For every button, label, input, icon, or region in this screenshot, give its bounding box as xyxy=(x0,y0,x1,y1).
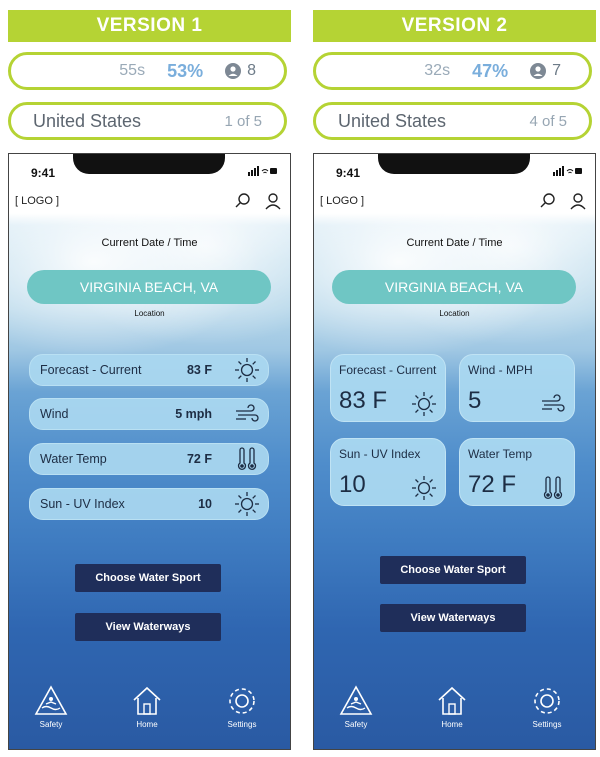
status-icons xyxy=(553,166,583,179)
stats-pill: 55s 53% 8 xyxy=(8,52,287,90)
tile-value: 10 xyxy=(339,471,366,498)
stats-pill: 32s 47% 7 xyxy=(313,52,592,90)
signal-icon xyxy=(248,166,277,176)
user-icon xyxy=(225,63,242,79)
status-time: 9:41 xyxy=(31,166,56,180)
tile-value: 72 F xyxy=(468,471,517,498)
user-icon xyxy=(530,63,547,79)
country-pill: United States 4 of 5 xyxy=(313,102,592,140)
country-name: United States xyxy=(33,110,142,131)
version-1-column: VERSION 1 55s 53% 8 United States 1 of 5… xyxy=(8,0,291,750)
tile-value: 5 xyxy=(468,387,482,414)
nav-label: Safety xyxy=(39,720,63,729)
time-stat: 32s xyxy=(424,62,451,79)
version-title: VERSION 2 xyxy=(313,10,596,42)
country-count: 1 of 5 xyxy=(224,112,262,130)
percent-stat: 53% xyxy=(167,60,204,81)
tile-value: 83 F xyxy=(339,387,388,414)
gear-icon xyxy=(534,688,560,714)
wind-card[interactable]: Wind 5 mph xyxy=(29,398,269,430)
date-time-label: Current Date / Time xyxy=(406,237,503,249)
gear-icon xyxy=(229,688,255,714)
phone-mockup: 9:41 [ LOGO ] Current Date / Time VIRGIN… xyxy=(8,153,291,750)
home-icon xyxy=(133,686,161,715)
sun-icon xyxy=(235,358,259,382)
country-name: United States xyxy=(338,110,447,131)
thermometer-icon xyxy=(543,476,563,500)
nav-label: Safety xyxy=(344,720,368,729)
thermometer-icon xyxy=(237,447,257,471)
nav-safety[interactable]: Safety xyxy=(21,684,81,729)
nav-home[interactable]: Home xyxy=(422,684,482,729)
tile-label: Sun - UV Index xyxy=(339,447,421,461)
safety-icon xyxy=(339,685,373,715)
version-2-column: VERSION 2 32s 47% 7 United States 4 of 5… xyxy=(313,0,596,750)
sun-icon xyxy=(412,392,436,416)
logo[interactable]: [ LOGO ] xyxy=(15,195,59,207)
card-label: Forecast - Current xyxy=(40,363,142,377)
users-stat: 7 xyxy=(530,62,561,80)
nav-label: Home xyxy=(441,720,463,729)
phone-mockup: 9:41 [ LOGO ] Current Date / Time VIRGIN… xyxy=(313,153,596,750)
search-icon[interactable] xyxy=(234,192,252,210)
card-value: 83 F xyxy=(186,363,212,377)
country-count: 4 of 5 xyxy=(529,112,567,130)
location-button[interactable]: VIRGINIA BEACH, VA xyxy=(332,270,576,304)
status-time: 9:41 xyxy=(336,166,361,180)
nav-label: Home xyxy=(136,720,158,729)
choose-water-sport-button[interactable]: Choose Water Sport xyxy=(75,564,221,592)
location-label: Location xyxy=(439,309,470,318)
wind-icon xyxy=(236,404,259,422)
wind-icon xyxy=(542,394,565,412)
nav-safety[interactable]: Safety xyxy=(326,684,386,729)
nav-settings[interactable]: Settings xyxy=(212,684,272,729)
phone-notch xyxy=(378,154,530,174)
view-waterways-button[interactable]: View Waterways xyxy=(75,613,221,641)
card-label: Wind xyxy=(40,407,69,421)
users-count: 8 xyxy=(247,62,256,79)
status-icons xyxy=(248,166,278,179)
water-temp-tile[interactable]: Water Temp 72 F xyxy=(459,438,575,506)
search-icon[interactable] xyxy=(539,192,557,210)
forecast-card[interactable]: Forecast - Current 83 F xyxy=(29,354,269,386)
location-button[interactable]: VIRGINIA BEACH, VA xyxy=(27,270,271,304)
uv-index-tile[interactable]: Sun - UV Index 10 xyxy=(330,438,446,506)
nav-label: Settings xyxy=(227,720,257,729)
nav-settings[interactable]: Settings xyxy=(517,684,577,729)
card-label: Sun - UV Index xyxy=(40,497,125,511)
uv-index-card[interactable]: Sun - UV Index 10 xyxy=(29,488,269,520)
tile-label: Forecast - Current xyxy=(339,363,437,377)
users-stat: 8 xyxy=(225,62,256,80)
water-temp-card[interactable]: Water Temp 72 F xyxy=(29,443,269,475)
card-value: 10 xyxy=(198,497,212,511)
card-value: 5 mph xyxy=(175,407,212,421)
view-waterways-button[interactable]: View Waterways xyxy=(380,604,526,632)
home-icon xyxy=(438,686,466,715)
signal-icon xyxy=(553,166,582,176)
wind-tile[interactable]: Wind - MPH 5 xyxy=(459,354,575,422)
nav-home[interactable]: Home xyxy=(117,684,177,729)
forecast-tile[interactable]: Forecast - Current 83 F xyxy=(330,354,446,422)
tile-label: Wind - MPH xyxy=(468,363,533,377)
card-label: Water Temp xyxy=(40,452,107,466)
tile-label: Water Temp xyxy=(468,447,533,461)
choose-water-sport-button[interactable]: Choose Water Sport xyxy=(380,556,526,584)
version-title: VERSION 1 xyxy=(8,10,291,42)
users-count: 7 xyxy=(552,62,561,79)
time-stat: 55s xyxy=(119,62,146,79)
safety-icon xyxy=(34,685,68,715)
sun-icon xyxy=(412,476,436,500)
phone-notch xyxy=(73,154,225,174)
profile-icon[interactable] xyxy=(569,192,587,210)
sun-icon xyxy=(235,492,259,516)
card-value: 72 F xyxy=(186,452,212,466)
percent-stat: 47% xyxy=(472,60,509,81)
logo[interactable]: [ LOGO ] xyxy=(320,195,364,207)
location-label: Location xyxy=(134,309,165,318)
profile-icon[interactable] xyxy=(264,192,282,210)
country-pill: United States 1 of 5 xyxy=(8,102,287,140)
date-time-label: Current Date / Time xyxy=(101,237,198,249)
nav-label: Settings xyxy=(532,720,562,729)
